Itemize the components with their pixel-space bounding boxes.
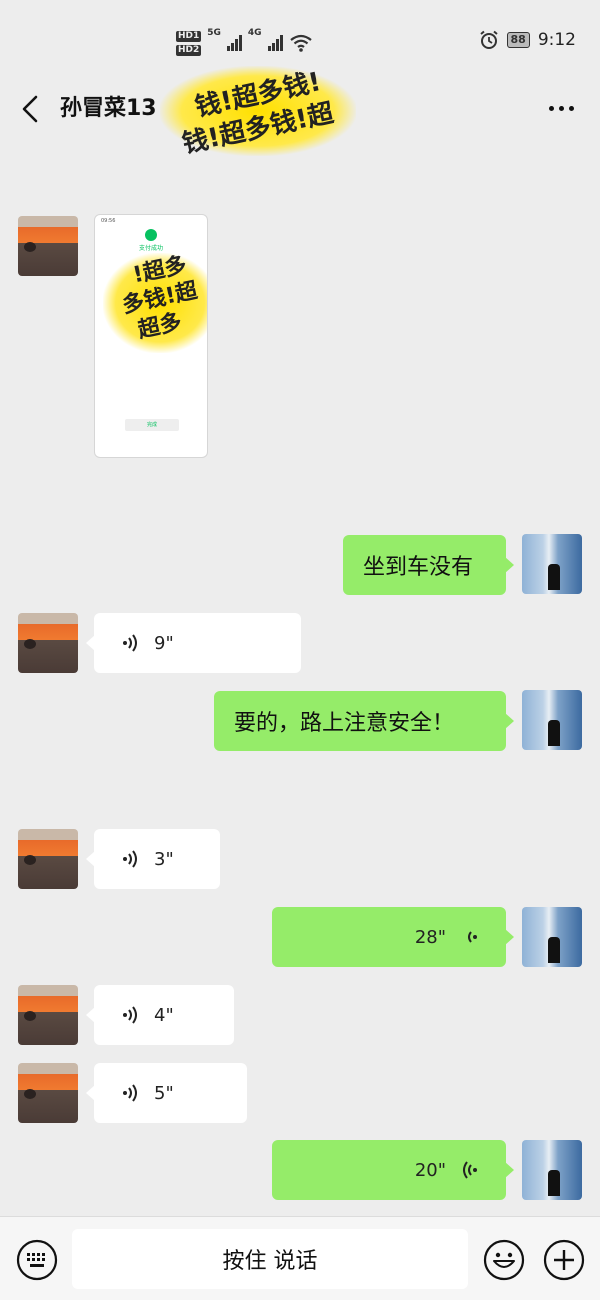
voice-duration: 28" <box>414 926 446 948</box>
back-arrow-icon[interactable] <box>16 92 48 126</box>
my-avatar[interactable] <box>522 534 582 594</box>
voice-duration: 4" <box>154 1004 174 1026</box>
voice-wave-icon <box>123 850 137 868</box>
voice-wave-icon <box>123 1084 137 1102</box>
voice-message-in[interactable]: 9" <box>86 613 301 673</box>
voice-duration: 5" <box>154 1082 174 1104</box>
keyboard-icon[interactable] <box>16 1239 58 1281</box>
hold-to-talk-button[interactable]: 按住 说话 <box>72 1229 468 1289</box>
chat-title[interactable]: 孙冒菜13 <box>60 92 157 126</box>
signal-icon-1 <box>226 35 242 51</box>
image-message[interactable]: 09:56 支付成功 !超多 多钱!超 超多 完成 <box>94 214 208 458</box>
voice-wave-icon <box>463 1161 477 1179</box>
wifi-icon <box>289 34 312 52</box>
contact-avatar[interactable] <box>18 829 78 889</box>
contact-avatar[interactable] <box>18 985 78 1045</box>
signal-icon-2 <box>267 35 283 51</box>
voice-wave-icon <box>123 634 137 652</box>
voice-wave-icon <box>468 931 477 943</box>
contact-avatar[interactable] <box>18 1063 78 1123</box>
clock-time: 9:12 <box>537 30 576 50</box>
header-sticker: 钱!超多钱! 钱!超多钱!超 <box>160 66 356 156</box>
thumbnail-sticker: !超多 多钱!超 超多 <box>103 253 207 353</box>
signal-area: HD1 HD2 5G 4G <box>176 26 313 60</box>
thumbnail-status-time: 09:56 <box>101 218 116 224</box>
emoji-icon[interactable] <box>483 1239 525 1281</box>
network-4g-label: 4G <box>247 28 262 38</box>
hd-badge-2: HD2 <box>176 44 202 56</box>
voice-duration: 20" <box>414 1159 446 1181</box>
contact-avatar[interactable] <box>18 613 78 673</box>
hd-badge-1: HD1 <box>176 30 202 42</box>
voice-duration: 9" <box>154 632 174 654</box>
alarm-icon <box>479 30 498 49</box>
battery-icon: 88 <box>506 32 530 48</box>
message-bubble-out[interactable]: 坐到车没有 <box>343 535 514 595</box>
voice-message-out[interactable]: 28" <box>272 907 514 967</box>
voice-duration: 3" <box>154 848 174 870</box>
my-avatar[interactable] <box>522 907 582 967</box>
contact-avatar[interactable] <box>18 216 78 276</box>
my-avatar[interactable] <box>522 1140 582 1200</box>
plus-icon[interactable] <box>543 1239 585 1281</box>
thumbnail-done-button: 完成 <box>125 419 179 431</box>
voice-wave-icon <box>123 1006 137 1024</box>
voice-message-out[interactable]: 20" <box>272 1140 514 1200</box>
voice-message-in[interactable]: 3" <box>86 829 220 889</box>
input-bar: 按住 说话 <box>0 1216 600 1300</box>
success-check-icon <box>145 229 157 241</box>
voice-message-in[interactable]: 4" <box>86 985 234 1045</box>
message-bubble-out[interactable]: 要的，路上注意安全！ <box>214 691 514 751</box>
message-text: 坐到车没有 <box>363 555 474 580</box>
status-right: 88 9:12 <box>479 30 576 50</box>
thumbnail-pay-text: 支付成功 <box>138 245 163 252</box>
network-5g-label: 5G <box>207 28 221 38</box>
message-text: 要的，路上注意安全！ <box>234 711 455 736</box>
voice-message-in[interactable]: 5" <box>86 1063 247 1123</box>
my-avatar[interactable] <box>522 690 582 750</box>
more-icon[interactable] <box>549 106 574 111</box>
